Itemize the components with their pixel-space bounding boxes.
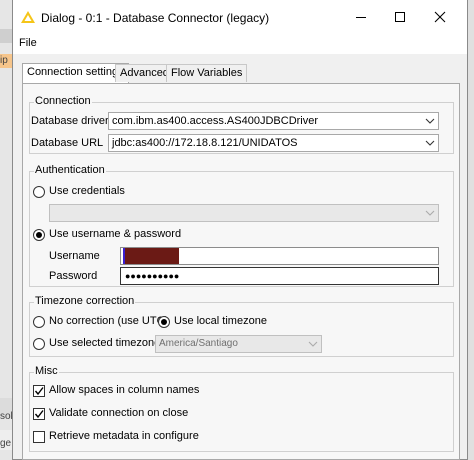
use-username-password-radio[interactable] [33,229,45,241]
database-driver-label: Database driver [31,115,109,127]
use-username-password-label: Use username & password [49,228,182,240]
timezone-select[interactable]: America/Santiago [155,335,322,353]
database-driver-value: com.ibm.as400.access.AS400JDBCDriver [112,115,319,127]
minimize-button[interactable] [346,6,376,28]
maximize-button[interactable] [385,6,415,28]
username-label: Username [49,250,100,262]
background-app-edge [468,0,474,460]
timezone-group-title: Timezone correction [34,295,136,307]
menu-bar: File [13,34,467,54]
chevron-down-icon [425,210,435,216]
retrieve-metadata-label: Retrieve metadata in configure [49,430,199,442]
close-button[interactable] [425,6,455,28]
timezone-select-value: America/Santiago [159,338,238,349]
checkmark-icon [34,410,44,419]
use-local-timezone-radio[interactable] [158,316,170,328]
connection-group-title: Connection [34,95,92,107]
tab-connection-settings[interactable]: Connection settings [22,63,129,84]
chevron-down-icon [308,341,318,347]
use-credentials-radio[interactable] [33,186,45,198]
window-title: Dialog - 0:1 - Database Connector (legac… [41,11,270,25]
database-url-label: Database URL [31,137,104,149]
no-correction-label: No correction (use UTC) [49,315,169,327]
tab-panel: Connection Database driver com.ibm.as400… [22,83,460,460]
validate-connection-checkbox[interactable] [33,408,45,420]
misc-group-title: Misc [34,365,59,377]
use-selected-timezone-radio[interactable] [33,338,45,350]
use-selected-timezone-label: Use selected timezone [49,337,161,349]
authentication-group-title: Authentication [34,164,106,176]
use-credentials-label: Use credentials [49,185,125,197]
use-local-timezone-label: Use local timezone [174,315,267,327]
password-value: ●●●●●●●●●● [125,271,180,281]
no-correction-radio[interactable] [33,316,45,328]
minimize-icon [356,17,366,18]
username-input[interactable] [120,247,439,265]
tab-flow-variables[interactable]: Flow Variables [166,64,248,82]
connection-group: Connection Database driver com.ibm.as400… [29,95,454,154]
close-icon [434,11,446,23]
retrieve-metadata-checkbox[interactable] [33,431,45,443]
allow-spaces-label: Allow spaces in column names [49,384,200,396]
credentials-select[interactable] [49,204,439,222]
validate-connection-label: Validate connection on close [49,407,189,419]
menu-file[interactable]: File [19,37,37,49]
maximize-icon [395,12,405,22]
chevron-down-icon [425,140,435,146]
knime-triangle-icon [21,11,35,23]
misc-group: Misc Allow spaces in column names Valida… [29,365,454,452]
redaction-block [123,248,179,264]
database-driver-select[interactable]: com.ibm.as400.access.AS400JDBCDriver [108,112,439,130]
checkmark-icon [34,387,44,396]
chevron-down-icon [425,118,435,124]
allow-spaces-checkbox[interactable] [33,385,45,397]
password-label: Password [49,270,98,282]
timezone-group: Timezone correction No correction (use U… [29,295,454,357]
title-bar[interactable]: Dialog - 0:1 - Database Connector (legac… [13,0,467,34]
database-url-select[interactable]: jdbc:as400://172.18.8.121/UNIDATOS [108,134,439,152]
dialog-window: Dialog - 0:1 - Database Connector (legac… [12,0,468,460]
authentication-group: Authentication Use credentials Use usern… [29,164,454,287]
password-input[interactable]: ●●●●●●●●●● [120,267,439,285]
database-url-value: jdbc:as400://172.18.8.121/UNIDATOS [112,137,298,149]
